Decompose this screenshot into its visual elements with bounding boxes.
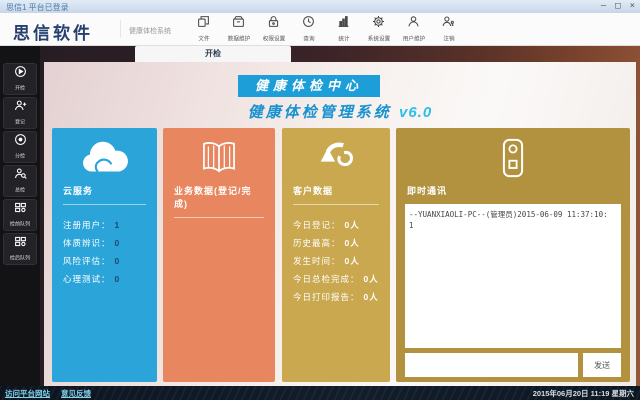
sidebar-item-post-exam-queue[interactable]: 检后队列 [3, 233, 37, 265]
maximize-button[interactable]: □ [615, 2, 620, 11]
close-button[interactable]: × [630, 2, 635, 11]
user-plus-icon [14, 99, 27, 117]
mobile-phone-icon [396, 137, 630, 179]
sidebar: 开检 登记 分检 总检 检前队列 检后队列 [0, 46, 40, 386]
files-icon [197, 15, 210, 33]
card-instant-messaging: 即时通讯 --YUANXIAOLI-PC--(管理员)2015-06-09 11… [396, 128, 630, 382]
minimize-button[interactable]: – [601, 2, 606, 11]
sidebar-item-department-exam[interactable]: 分检 [3, 131, 37, 163]
open-book-icon [163, 137, 275, 179]
stat-historical-max: 历史最高：0人 [293, 234, 379, 252]
toolbar-button-user-maintenance[interactable]: 用户维护 [396, 13, 431, 46]
toolbar-separator [120, 20, 121, 38]
archive-box-icon [232, 15, 245, 33]
card-customer-data: 客户数据 今日登记：0人 历史最高：0人 发生时间：0人 今日总检完成：0人 今… [282, 128, 390, 382]
toolbar-button-logout[interactable]: 注销 [431, 13, 466, 46]
toolbar: 思信软件 健康体检系统 文件 数据维护 权限设置 查询 统计 系统设置 [0, 13, 640, 46]
toolbar-buttons: 文件 数据维护 权限设置 查询 统计 系统设置 用户维护 注销 [186, 13, 466, 46]
toolbar-button-statistics[interactable]: 统计 [326, 13, 361, 46]
divider [63, 204, 146, 205]
link-platform-site[interactable]: 访问平台网站 [5, 388, 50, 399]
toolbar-button-file[interactable]: 文件 [186, 13, 221, 46]
card-cloud-service: 云服务 注册用户：1 体质辨识：0 风险评估：0 心理测试：0 [52, 128, 157, 382]
bar-chart-icon [337, 15, 350, 33]
stat-risk-assessment: 风险评估：0 [63, 252, 146, 270]
send-button[interactable]: 发送 [583, 353, 621, 377]
sidebar-item-register[interactable]: 登记 [3, 97, 37, 129]
card-business-data: 业务数据(登记/完成) [163, 128, 275, 382]
stat-psych-test: 心理测试：0 [63, 270, 146, 288]
play-circle-icon [14, 65, 27, 83]
statusbar: 访问平台网站 意见反馈 2015年06月20日 11:19 星期六 [0, 386, 640, 400]
sidebar-item-open-exam[interactable]: 开检 [3, 63, 37, 95]
stat-today-printed: 今日打印报告：0人 [293, 288, 379, 306]
stat-today-registered: 今日登记：0人 [293, 216, 379, 234]
stat-registered-users: 注册用户：1 [63, 216, 146, 234]
titlebar-status-text: 思信1 平台已登录 [6, 2, 69, 13]
stat-today-completed: 今日总检完成：0人 [293, 270, 379, 288]
window-controls: – □ × [601, 0, 635, 13]
user-key-icon [442, 15, 455, 33]
user-search-icon [14, 167, 27, 185]
main-panel: 健康体检中心 健康体检管理系统 v6.0 云服务 注册用户：1 体质辨识：0 风… [44, 62, 636, 386]
clock-icon [302, 15, 315, 33]
queue-grid-icon [14, 235, 27, 253]
sidebar-item-general-review[interactable]: 总检 [3, 165, 37, 197]
disc-icon [14, 133, 27, 151]
app-subtitle: 健康体检系统 [129, 26, 171, 36]
toolbar-button-system-settings[interactable]: 系统设置 [361, 13, 396, 46]
im-input[interactable] [405, 353, 578, 377]
stat-constitution-id: 体质辨识：0 [63, 234, 146, 252]
banner-title: 健康体检中心 [238, 75, 380, 97]
banner-subtitle: 健康体检管理系统 v6.0 [44, 101, 636, 122]
stat-occurrence-time: 发生时间：0人 [293, 252, 379, 270]
version-text: v6.0 [399, 104, 432, 121]
im-message-log[interactable]: --YUANXIAOLI-PC--(管理员)2015-06-09 11:37:1… [405, 204, 621, 348]
divider [174, 217, 264, 218]
user-icon [407, 15, 420, 33]
lock-icon [267, 15, 280, 33]
tab-open-exam[interactable]: 开检 [135, 46, 291, 62]
card-title: 即时通讯 [407, 184, 619, 197]
toolbar-button-query[interactable]: 查询 [291, 13, 326, 46]
card-title: 业务数据(登记/完成) [174, 184, 264, 210]
window-titlebar[interactable]: 思信1 平台已登录 – □ × [0, 0, 640, 13]
statusbar-datetime: 2015年06月20日 11:19 星期六 [533, 386, 634, 400]
gear-icon [372, 15, 385, 33]
card-title: 客户数据 [293, 184, 379, 197]
sidebar-item-pre-exam-queue[interactable]: 检前队列 [3, 199, 37, 231]
cloud-icon [52, 137, 157, 179]
app-logo-text: 思信软件 [13, 19, 93, 44]
link-feedback[interactable]: 意见反馈 [61, 388, 91, 399]
card-title: 云服务 [63, 184, 146, 197]
toolbar-button-data-maintenance[interactable]: 数据维护 [221, 13, 256, 46]
hand-click-icon [282, 137, 390, 179]
queue-grid-icon [14, 201, 27, 219]
divider [293, 204, 379, 205]
toolbar-button-permissions[interactable]: 权限设置 [256, 13, 291, 46]
